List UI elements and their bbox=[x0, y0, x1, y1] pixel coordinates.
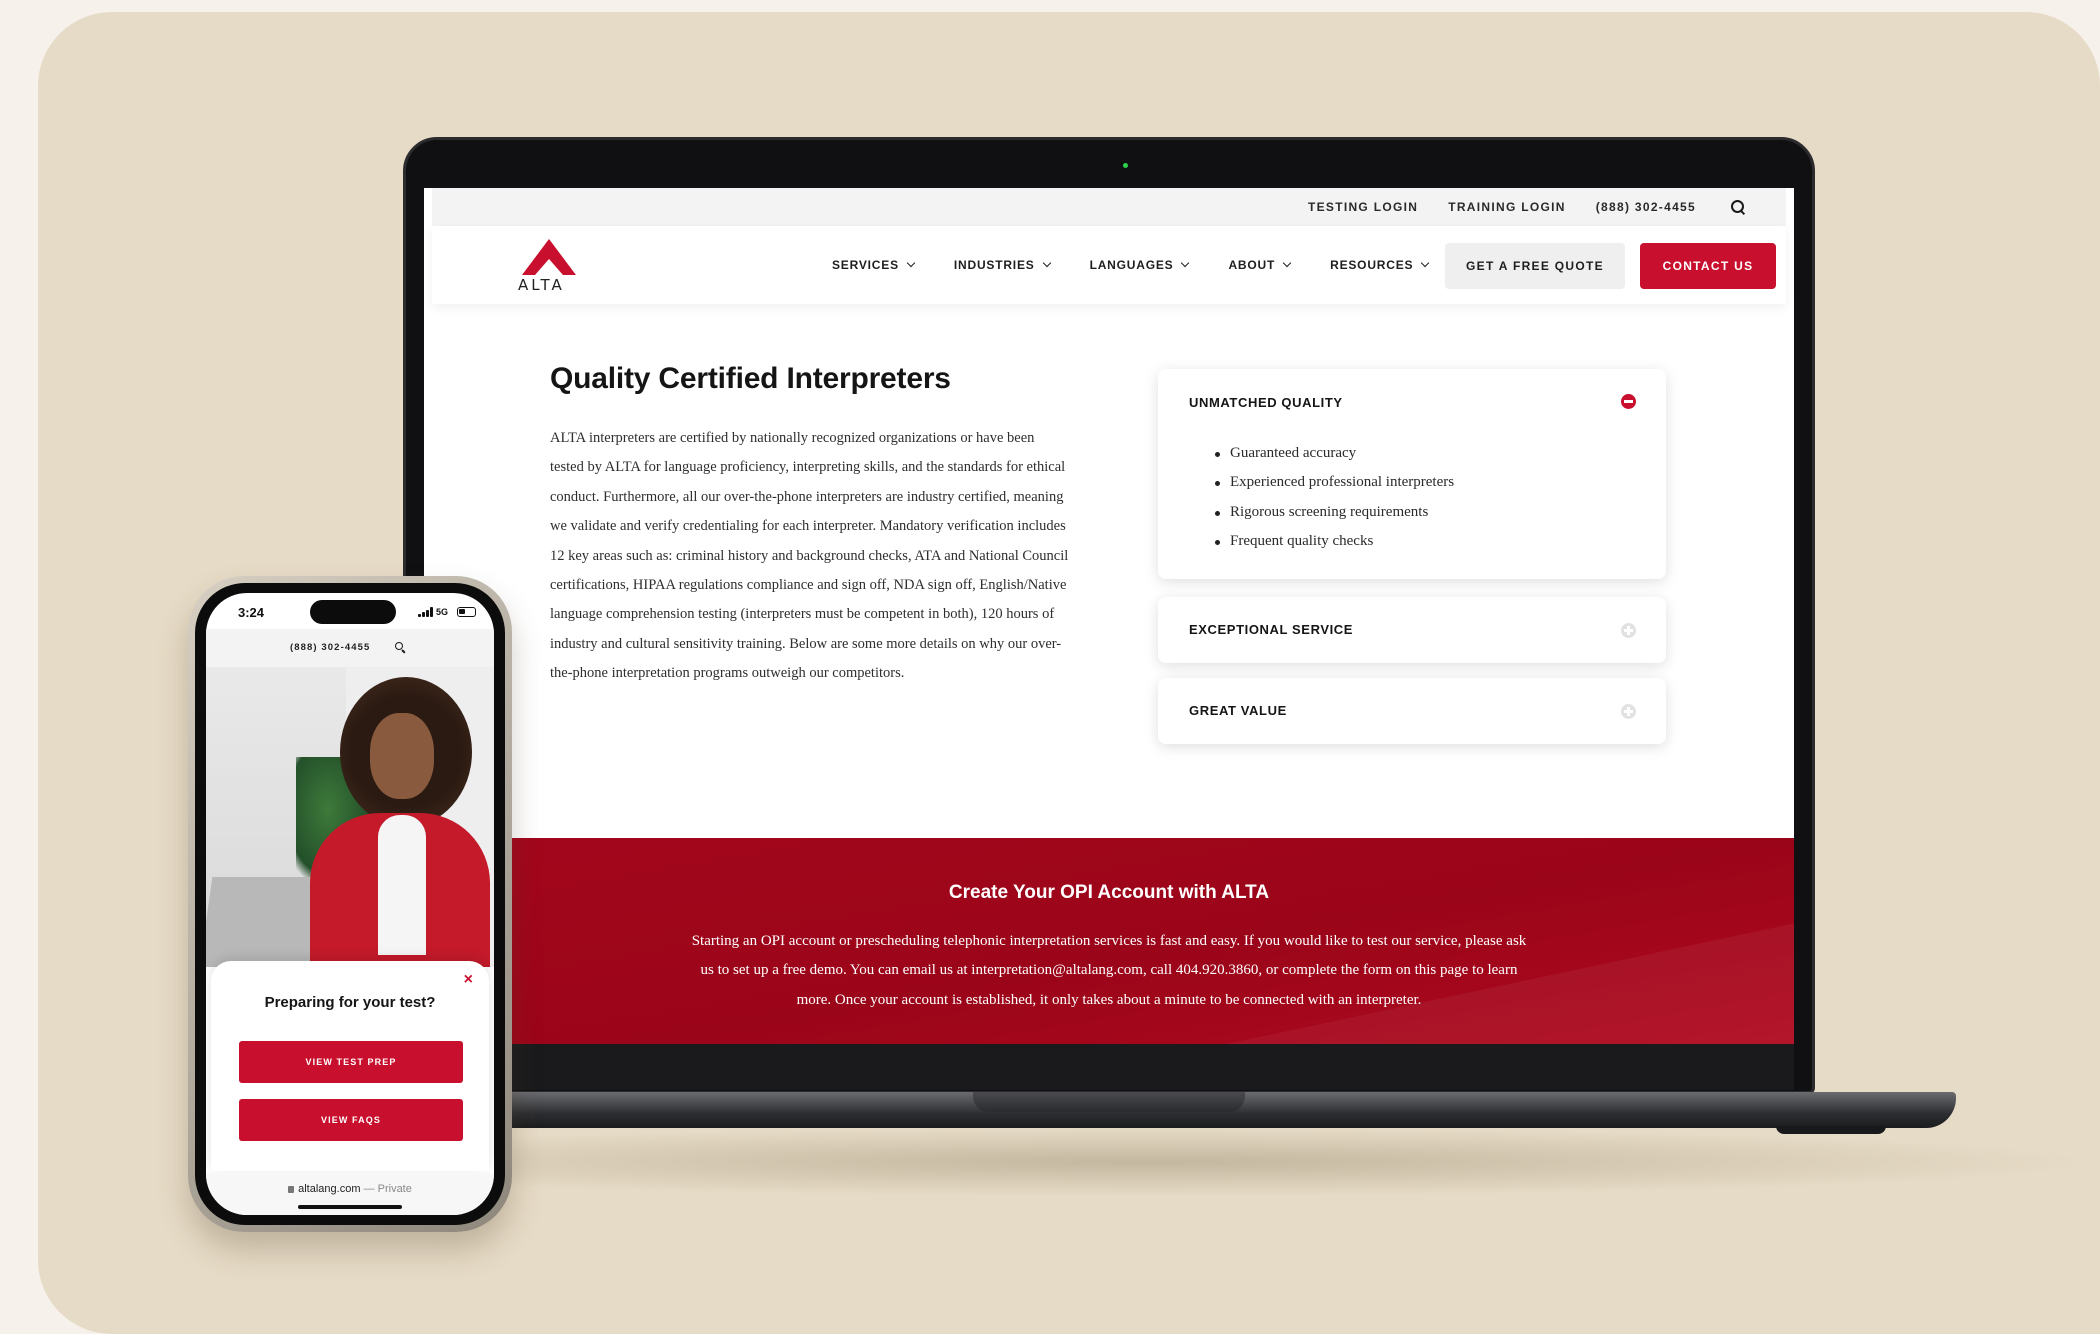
hero-laptop bbox=[206, 877, 323, 967]
network-label: 5G bbox=[436, 607, 449, 617]
private-label: — Private bbox=[363, 1183, 412, 1195]
chevron-down-icon bbox=[1042, 258, 1051, 268]
mobile-utility-bar: (888) 302-4455 bbox=[206, 629, 494, 667]
banner-paragraph: Starting an OPI account or prescheduling… bbox=[691, 933, 1527, 1008]
logo-text: ALTA bbox=[518, 276, 565, 294]
nav-label: INDUSTRIES bbox=[953, 258, 1035, 272]
utility-bar: TESTING LOGIN TRAINING LOGIN (888) 302-4… bbox=[432, 188, 1786, 226]
expand-icon[interactable] bbox=[1621, 623, 1636, 638]
search-icon[interactable] bbox=[1730, 199, 1746, 215]
alta-logo[interactable]: ALTA bbox=[514, 239, 580, 294]
main-nav: ALTA SERVICES INDUSTRIES LANGUAGES ABOUT… bbox=[432, 226, 1786, 304]
list-item: Rigorous screening requirements bbox=[1213, 498, 1454, 527]
desktop-website: TESTING LOGIN TRAINING LOGIN (888) 302-4… bbox=[424, 188, 1794, 1044]
content-paragraph: ALTA interpreters are certified by natio… bbox=[550, 430, 1069, 682]
nav-label: LANGUAGES bbox=[1089, 258, 1174, 272]
accordion-unmatched-quality[interactable]: UNMATCHED QUALITY Guaranteed accuracy Ex… bbox=[1158, 369, 1666, 579]
mobile-website: 3:24 5G (888) 302-4455 × Preparing for y… bbox=[206, 593, 494, 1215]
chevron-down-icon bbox=[1421, 258, 1430, 268]
status-time: 3:24 bbox=[238, 605, 265, 620]
banner-title: Create Your OPI Account with ALTA bbox=[948, 882, 1270, 903]
laptop-bezel bbox=[424, 1044, 1794, 1090]
nav-item-languages[interactable]: LANGUAGES bbox=[1089, 258, 1190, 272]
list-item: Experienced professional interpreters bbox=[1213, 468, 1454, 497]
chevron-down-icon bbox=[1181, 258, 1190, 268]
mobile-phone-link[interactable]: (888) 302-4455 bbox=[290, 642, 370, 653]
laptop-notch bbox=[973, 1092, 1245, 1112]
hero-image bbox=[206, 667, 494, 967]
hero-person-face bbox=[370, 713, 434, 799]
hero-person-shirt bbox=[378, 815, 426, 955]
nav-item-industries[interactable]: INDUSTRIES bbox=[953, 258, 1051, 272]
nav-item-about[interactable]: ABOUT bbox=[1228, 258, 1292, 272]
page-title: Quality Certified Interpreters bbox=[550, 362, 951, 395]
collapse-icon[interactable] bbox=[1621, 394, 1636, 409]
quality-list: Guaranteed accuracy Experienced professi… bbox=[1213, 439, 1454, 557]
home-indicator bbox=[298, 1205, 402, 1209]
nav-item-services[interactable]: SERVICES bbox=[832, 258, 916, 272]
nav-label: RESOURCES bbox=[1330, 258, 1414, 272]
phone-link[interactable]: (888) 302-4455 bbox=[1596, 200, 1696, 214]
test-prep-popup: × Preparing for your test? VIEW TEST PRE… bbox=[211, 961, 489, 1171]
dynamic-island bbox=[310, 600, 396, 624]
list-item: Frequent quality checks bbox=[1213, 527, 1454, 556]
nav-label: ABOUT bbox=[1228, 258, 1276, 272]
nav-menu: SERVICES INDUSTRIES LANGUAGES ABOUT RESO… bbox=[832, 226, 1430, 304]
chevron-down-icon bbox=[1282, 258, 1292, 268]
accordion-title: UNMATCHED QUALITY bbox=[1189, 395, 1343, 410]
view-test-prep-button[interactable]: VIEW TEST PREP bbox=[239, 1041, 463, 1083]
lock-icon bbox=[288, 1186, 295, 1193]
chevron-down-icon bbox=[906, 258, 916, 268]
expand-icon[interactable] bbox=[1621, 704, 1636, 719]
free-quote-button[interactable]: GET A FREE QUOTE bbox=[1445, 243, 1625, 289]
opi-account-banner: Create Your OPI Account with ALTA Starti… bbox=[424, 838, 1794, 1044]
accordion-great-value[interactable]: GREAT VALUE bbox=[1158, 678, 1666, 744]
accordion-exceptional-service[interactable]: EXCEPTIONAL SERVICE bbox=[1158, 597, 1666, 663]
laptop-camera bbox=[1123, 163, 1128, 168]
url-domain: altalang.com bbox=[298, 1183, 361, 1195]
banner-text: Starting an OPI account or prescheduling… bbox=[424, 927, 1794, 1015]
accordion-title: EXCEPTIONAL SERVICE bbox=[1189, 622, 1354, 637]
logo-triangle-cutout bbox=[535, 259, 563, 275]
battery-icon bbox=[457, 607, 476, 617]
accordion-title: GREAT VALUE bbox=[1189, 703, 1287, 718]
close-icon[interactable]: × bbox=[464, 971, 473, 989]
list-item: Guaranteed accuracy bbox=[1213, 439, 1454, 468]
search-icon[interactable] bbox=[395, 642, 407, 654]
nav-label: SERVICES bbox=[832, 258, 899, 272]
contact-us-button[interactable]: CONTACT US bbox=[1640, 243, 1776, 289]
training-login-link[interactable]: TRAINING LOGIN bbox=[1448, 200, 1566, 214]
view-faqs-button[interactable]: VIEW FAQS bbox=[239, 1099, 463, 1141]
laptop-foot bbox=[1776, 1126, 1886, 1134]
signal-icon bbox=[418, 607, 434, 617]
popup-title: Preparing for your test? bbox=[264, 994, 436, 1011]
nav-item-resources[interactable]: RESOURCES bbox=[1330, 258, 1430, 272]
testing-login-link[interactable]: TESTING LOGIN bbox=[1308, 200, 1418, 214]
